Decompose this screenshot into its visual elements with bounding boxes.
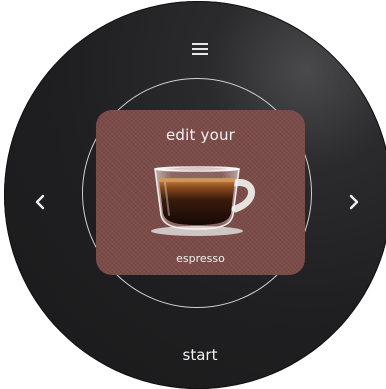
coffee-machine-panel: edit your espresso start [0,0,386,389]
espresso-cup-icon [151,165,263,237]
chevron-right-icon [349,194,359,210]
start-button[interactable]: start [160,346,240,370]
hamburger-menu-icon [192,43,208,55]
chevron-left-icon [35,194,45,210]
screen-title: edit your [165,126,236,144]
next-button[interactable] [340,188,368,216]
menu-button[interactable] [186,35,214,63]
drink-name: espresso [176,252,225,265]
previous-button[interactable] [26,188,54,216]
drink-screen[interactable]: edit your espresso [96,110,305,275]
